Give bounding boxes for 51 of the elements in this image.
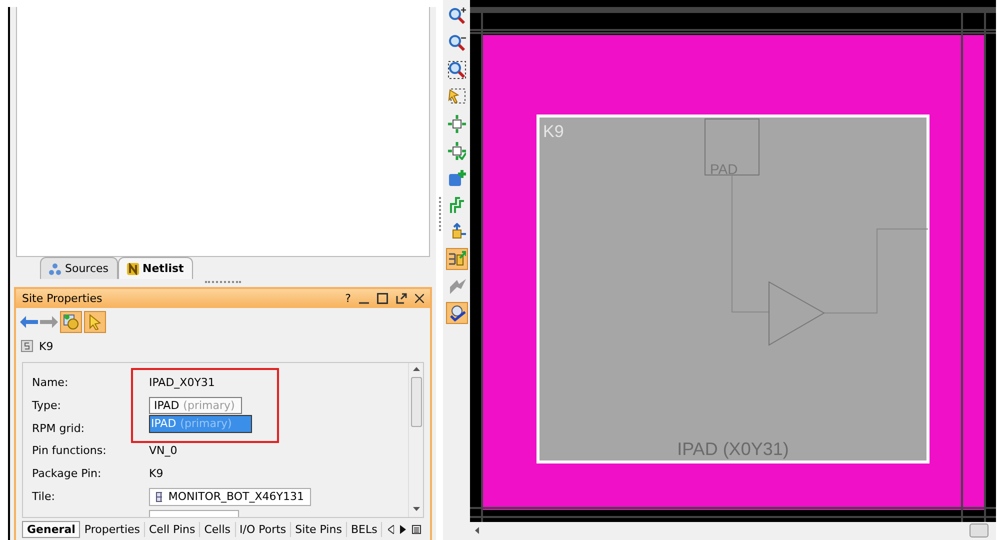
tab-left-icon[interactable] [388,524,394,534]
toolbar-button[interactable] [446,302,468,324]
property-tab[interactable]: I/O Ports [236,522,292,536]
property-tab[interactable]: Site Pins [291,522,347,536]
gear-button[interactable] [60,311,82,333]
property-label: Pin functions: [32,444,108,458]
select-button[interactable] [84,311,106,333]
panel-tab[interactable]: Sources [40,257,118,280]
property-value: VN_0 [149,444,178,458]
bel-label: IPAD (X0Y31) [677,439,789,459]
property-tab[interactable]: Properties [80,522,145,536]
cursor-icon [89,314,101,330]
close-icon[interactable] [415,294,424,303]
toolbar-button[interactable] [446,113,468,135]
property-value: IPAD_X0Y31 [149,376,215,389]
property-label: Package Pin: [32,467,102,480]
property-tab[interactable]: General [22,520,80,538]
scrollbar[interactable] [408,363,423,517]
scroll-up-icon[interactable] [412,367,420,371]
property-tab[interactable]: BELs [346,522,382,536]
help-button[interactable]: ? [345,292,351,305]
scroll-left-icon[interactable] [475,527,479,534]
site-icon [21,340,33,352]
horizontal-scrollbar[interactable] [470,522,996,540]
property-value: K9 [149,467,164,480]
site-label: K9 [543,122,564,141]
scroll-down-icon[interactable] [412,507,420,511]
float-icon[interactable] [396,293,407,304]
maximize-icon[interactable] [377,293,388,304]
netlist-icon [126,262,139,275]
tile-link[interactable]: MONITOR_BOT_X46Y131 [149,488,311,506]
toolbar-button[interactable] [446,140,468,162]
tab-right-icon[interactable] [400,524,406,534]
grid-icon [156,492,162,502]
toolbar-button[interactable] [446,248,468,270]
panel-tab[interactable]: Netlist [118,257,193,280]
property-label: RPM grid: [32,422,86,435]
scroll-thumb[interactable] [970,524,988,538]
property-label: Type: [32,398,62,412]
value-field[interactable] [149,510,239,518]
property-tab[interactable]: Cell Pins [145,522,200,536]
property-tab[interactable]: Cells [200,522,236,536]
panel-title: Site Properties [22,292,102,305]
back-arrow-icon[interactable] [20,316,38,328]
property-label: Name: [32,376,70,389]
object-name: K9 [39,340,54,352]
scroll-thumb[interactable] [410,377,422,427]
hierarchy-icon [49,262,61,275]
toolbar-button[interactable] [446,59,468,81]
property-label: Tile: [32,490,56,504]
tab-list-icon[interactable] [412,524,422,534]
